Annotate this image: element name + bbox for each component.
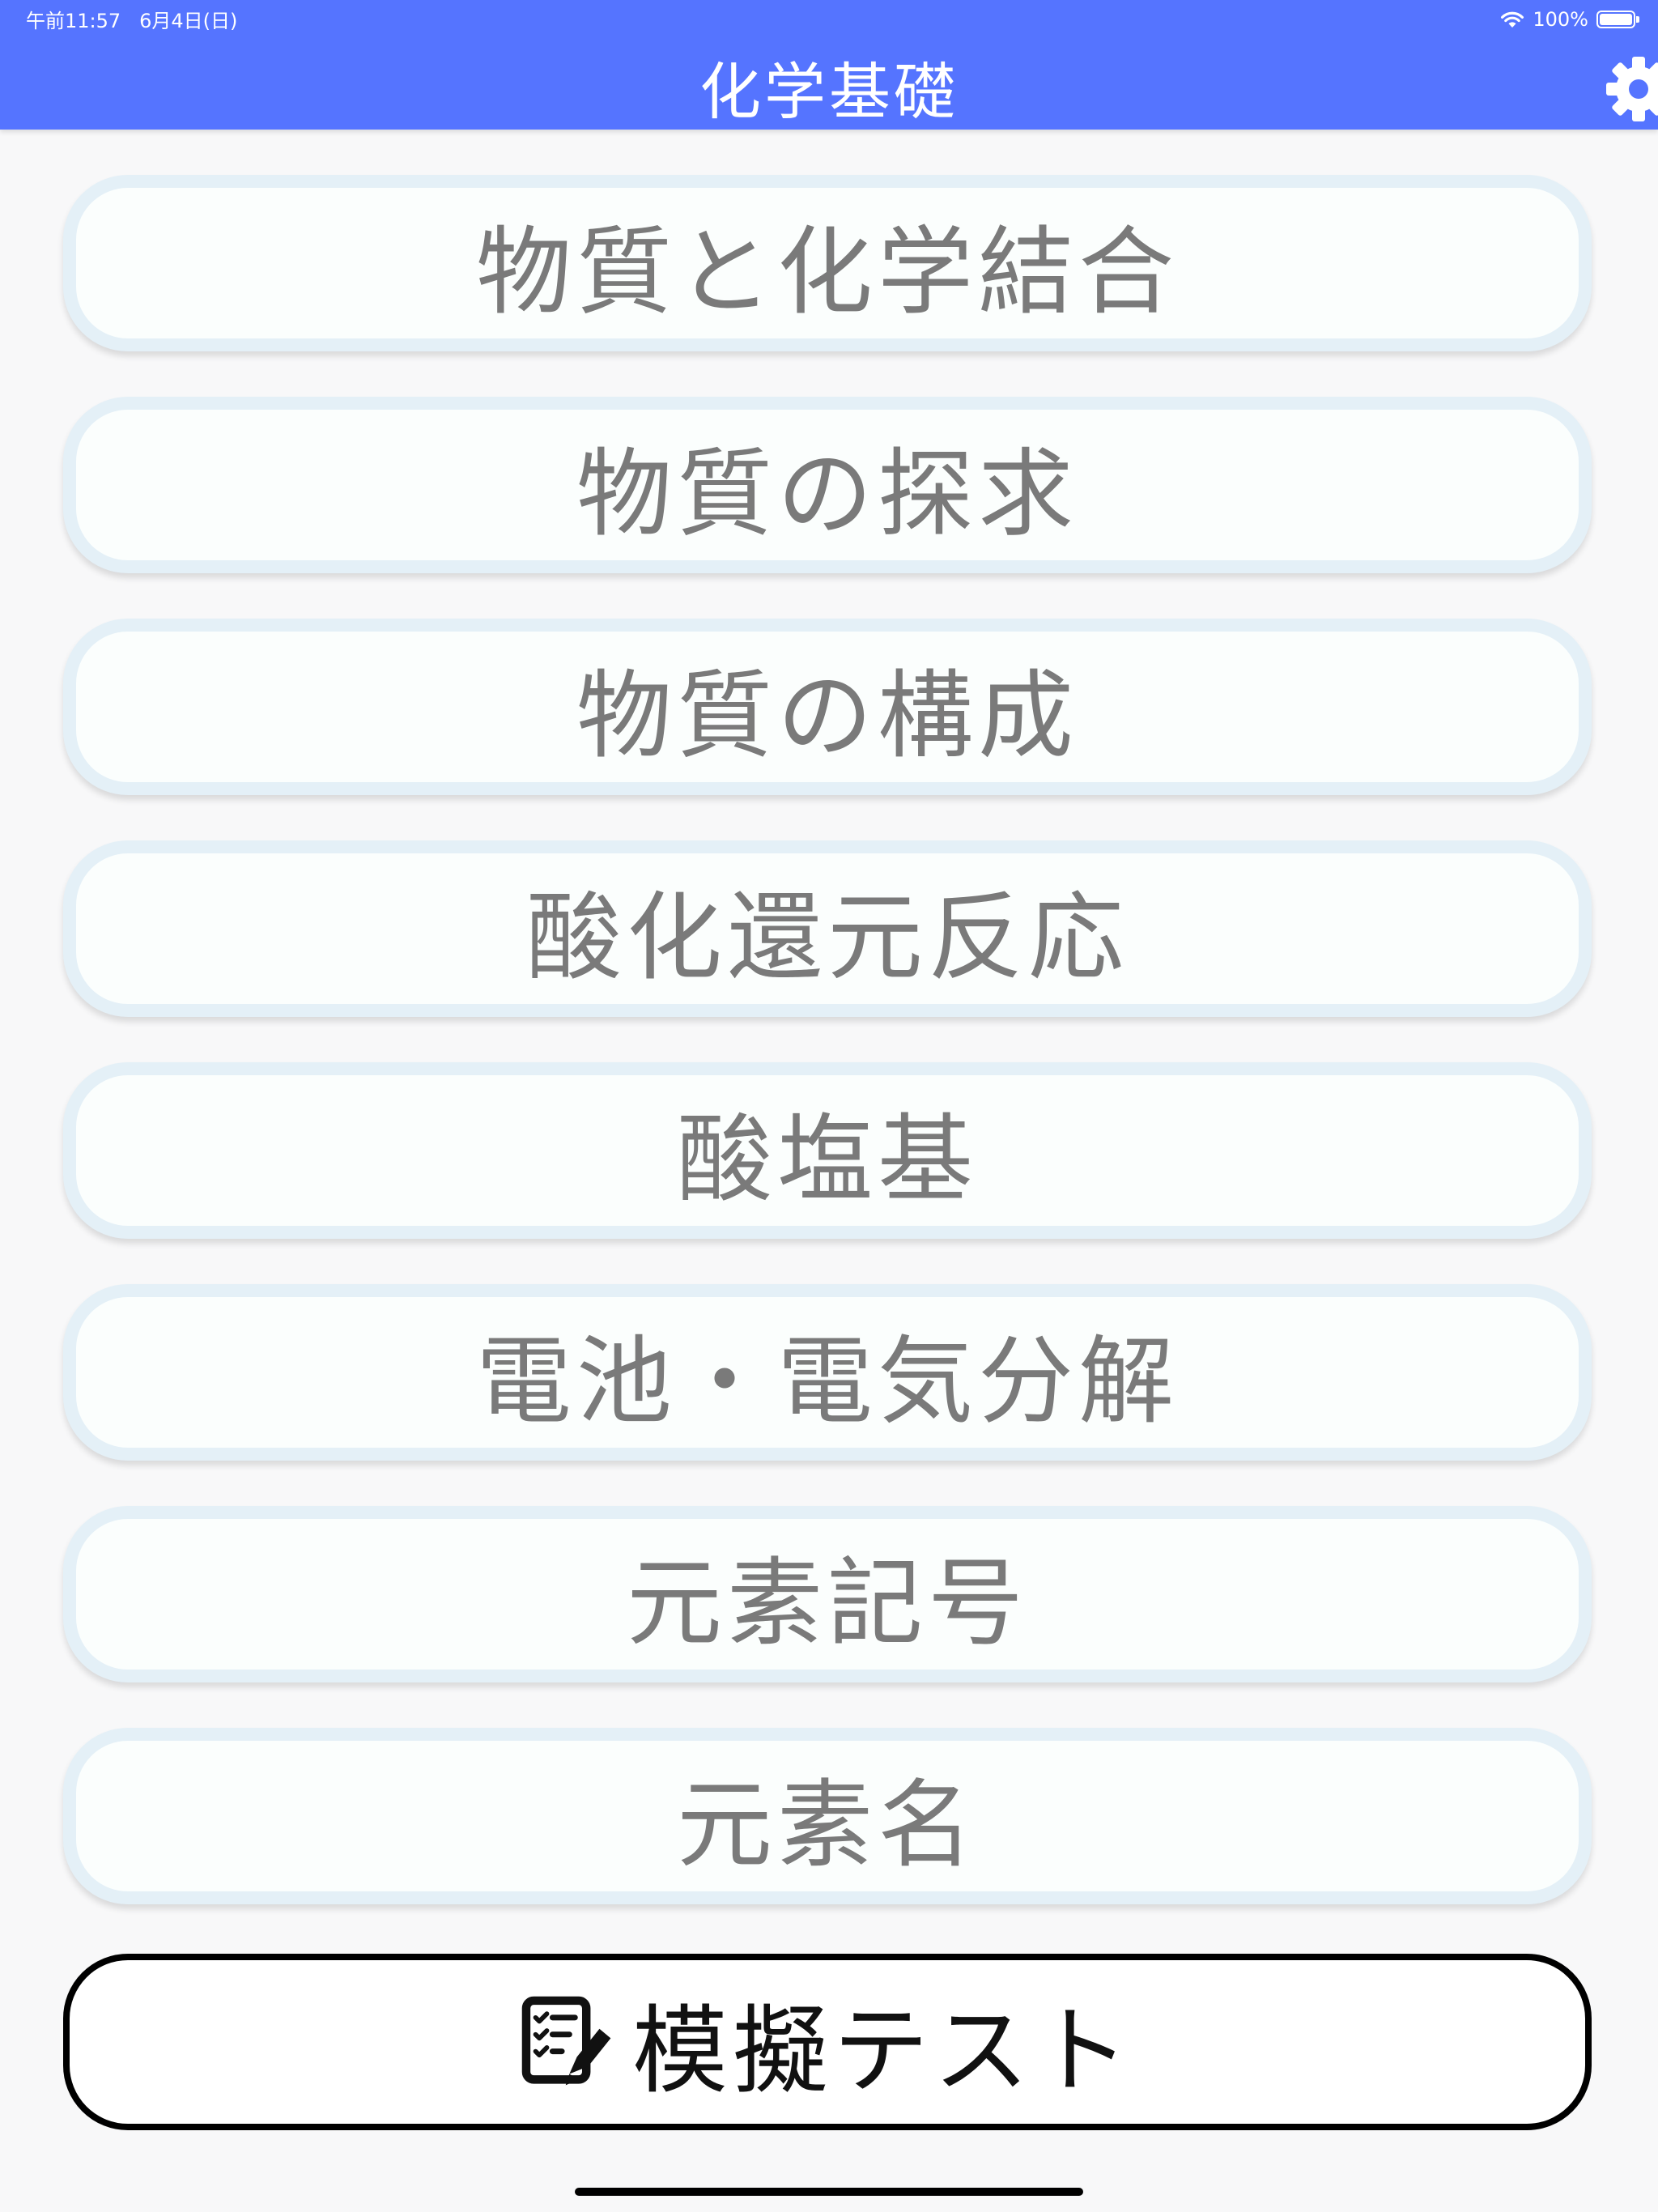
menu-item-label: 元素名	[676, 1768, 978, 1881]
menu-item-button[interactable]: 物質と化学結合	[63, 175, 1592, 351]
menu-item-button[interactable]: 元素記号	[63, 1506, 1592, 1682]
menu-item-label: 電池・電気分解	[475, 1325, 1179, 1437]
app-screen: 午前11:57 6月4日(日) 100% 化学基礎 物質と化学結合 物質の探求 …	[0, 0, 1658, 2212]
menu-item-label: 物質と化学結合	[475, 215, 1179, 328]
header-bar: 午前11:57 6月4日(日) 100% 化学基礎	[0, 0, 1658, 130]
status-time: 午前11:57	[26, 10, 121, 32]
checklist-pencil-icon	[521, 1996, 611, 2086]
menu-item-button[interactable]: 酸化還元反応	[63, 840, 1592, 1017]
status-date: 6月4日(日)	[139, 10, 238, 32]
menu-item-label: 物質の探求	[576, 437, 1078, 550]
mock-test-label: 模擬テスト	[631, 1994, 1134, 2107]
battery-fill	[1600, 14, 1632, 25]
menu-item-button[interactable]: 物質の構成	[63, 619, 1592, 795]
battery-percent: 100%	[1533, 8, 1588, 31]
wifi-icon	[1501, 11, 1524, 28]
status-indicators: 100%	[1500, 5, 1639, 34]
battery-icon	[1596, 11, 1639, 28]
menu-item-label: 物質の構成	[576, 659, 1078, 772]
mock-test-button[interactable]: 模擬テスト	[63, 1954, 1592, 2130]
menu-item-label: 酸化還元反応	[525, 881, 1129, 993]
gear-icon	[1606, 57, 1658, 121]
menu-item-label: 酸塩基	[676, 1103, 978, 1215]
menu-item-button[interactable]: 物質の探求	[63, 397, 1592, 573]
menu-item-button[interactable]: 元素名	[63, 1728, 1592, 1904]
home-indicator[interactable]	[575, 2188, 1083, 2196]
menu-item-label: 元素記号	[626, 1546, 1028, 1659]
page-title: 化学基礎	[699, 56, 959, 128]
status-time-date: 午前11:57 6月4日(日)	[26, 5, 237, 33]
settings-button[interactable]	[1605, 55, 1658, 123]
menu-item-button[interactable]: 電池・電気分解	[63, 1284, 1592, 1461]
chapter-menu: 物質と化学結合 物質の探求物質の構成酸化還元反応 酸塩基電池・電気分解 元素記号元素名	[63, 175, 1592, 1950]
menu-item-button[interactable]: 酸塩基	[63, 1062, 1592, 1239]
